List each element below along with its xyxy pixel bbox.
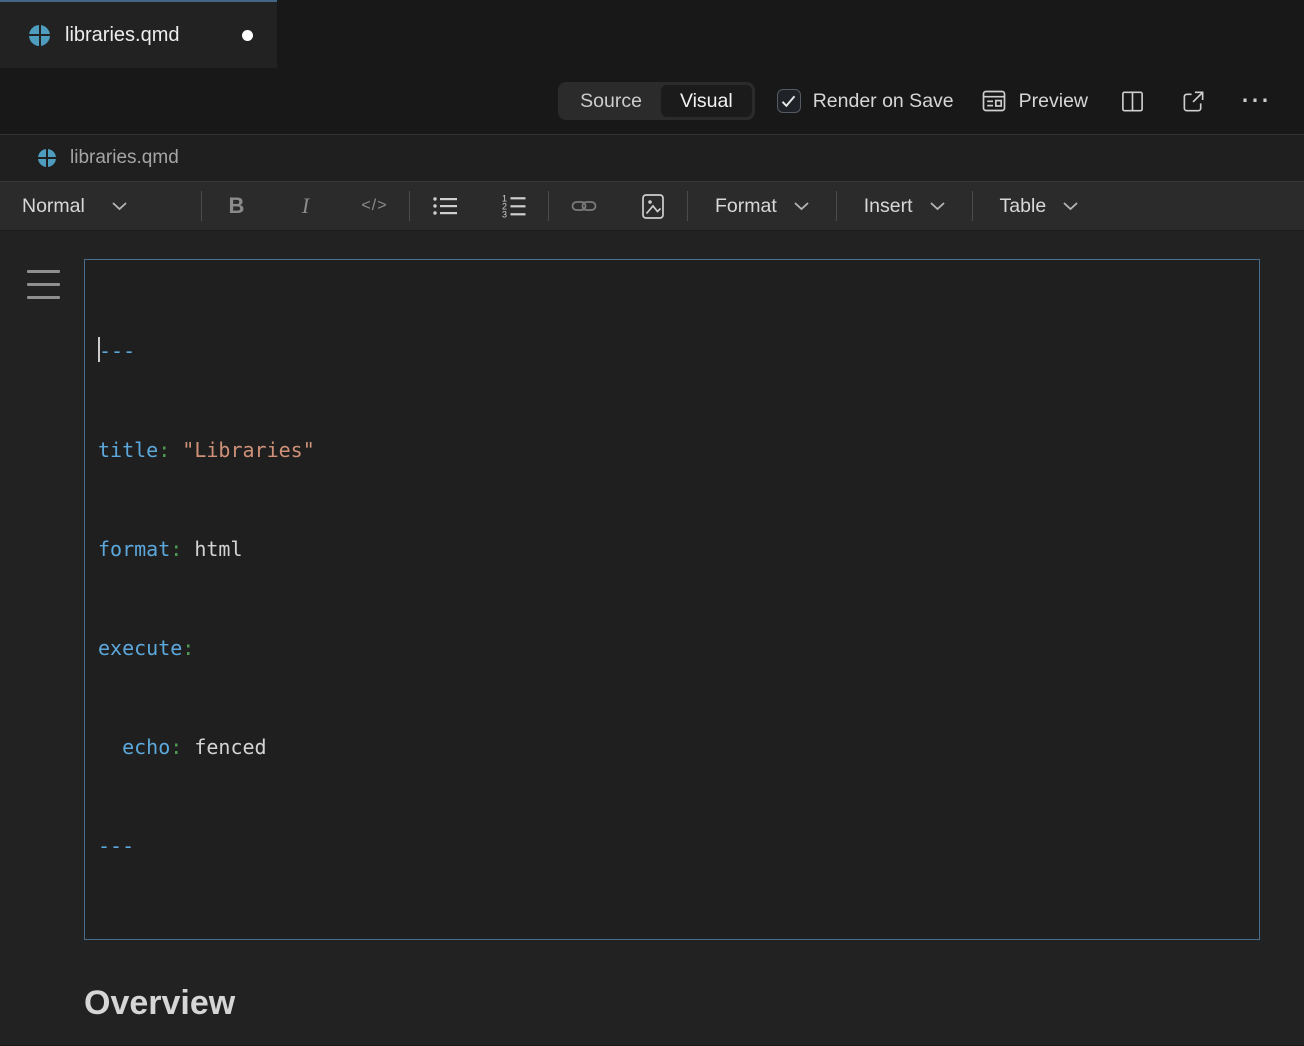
- ordered-list-button[interactable]: 1 2 3: [479, 194, 548, 218]
- split-editor-button[interactable]: [1120, 89, 1145, 114]
- preview-label: Preview: [1019, 90, 1088, 113]
- bold-button[interactable]: B: [202, 193, 271, 219]
- chevron-down-icon: [794, 202, 809, 211]
- yaml-token: echo: [98, 735, 170, 759]
- ordered-list-icon: 1 2 3: [501, 194, 527, 218]
- italic-button[interactable]: I: [271, 193, 340, 219]
- paragraph-style-value: Normal: [22, 195, 85, 218]
- link-button[interactable]: [549, 193, 618, 219]
- split-editor-icon: [1120, 89, 1145, 114]
- heading-overview: Overview: [84, 982, 1260, 1024]
- insert-menu-label: Insert: [864, 195, 913, 218]
- image-button[interactable]: [618, 193, 687, 220]
- source-mode-button[interactable]: Source: [561, 85, 661, 117]
- paragraph-style-dropdown[interactable]: Normal: [0, 195, 201, 218]
- open-external-icon: [1181, 89, 1206, 114]
- preview-icon: [981, 88, 1007, 114]
- tab-libraries-qmd[interactable]: libraries.qmd: [0, 0, 277, 68]
- svg-text:3: 3: [502, 210, 507, 219]
- yaml-token: title: [98, 438, 158, 462]
- bullet-list-icon: [432, 195, 458, 217]
- tab-title: libraries.qmd: [65, 24, 179, 47]
- italic-icon: I: [302, 193, 309, 219]
- render-on-save-checkbox[interactable]: [777, 89, 801, 113]
- yaml-front-matter-block[interactable]: --- title: "Libraries" format: html exec…: [84, 259, 1260, 940]
- modified-indicator-icon[interactable]: [242, 30, 253, 41]
- table-menu-label: Table: [1000, 195, 1047, 218]
- more-actions-button[interactable]: ⋯: [1240, 86, 1272, 116]
- tab-bar: libraries.qmd: [0, 0, 1304, 68]
- yaml-token: "Libraries": [170, 438, 315, 462]
- yaml-line: ---: [98, 830, 1246, 863]
- yaml-line: execute:: [98, 632, 1246, 665]
- bold-icon: B: [229, 193, 245, 219]
- yaml-token: ---: [98, 834, 134, 858]
- yaml-token: execute: [98, 636, 182, 660]
- editor-action-bar: Source Visual Render on Save Preview: [0, 68, 1304, 135]
- yaml-token: format: [98, 537, 170, 561]
- breadcrumb-filename: libraries.qmd: [70, 147, 179, 169]
- yaml-token: :: [170, 537, 182, 561]
- bullet-list-button[interactable]: [410, 195, 479, 217]
- quarto-file-icon: [38, 149, 56, 167]
- quarto-file-icon: [29, 25, 50, 46]
- yaml-token: :: [170, 735, 182, 759]
- yaml-line: format: html: [98, 533, 1246, 566]
- visual-mode-button[interactable]: Visual: [661, 85, 752, 117]
- source-visual-toggle: Source Visual: [558, 82, 755, 120]
- preview-button[interactable]: Preview: [981, 88, 1088, 114]
- checkmark-icon: [781, 95, 796, 108]
- yaml-token: :: [158, 438, 170, 462]
- yaml-token: html: [182, 537, 242, 561]
- block-drag-handle-icon[interactable]: [27, 270, 60, 299]
- image-icon: [641, 193, 665, 220]
- yaml-token: fenced: [182, 735, 266, 759]
- render-on-save-label: Render on Save: [813, 90, 954, 113]
- yaml-line: title: "Libraries": [98, 434, 1246, 467]
- format-menu[interactable]: Format: [688, 195, 836, 218]
- open-external-button[interactable]: [1181, 89, 1206, 114]
- inline-code-icon: </>: [361, 197, 387, 215]
- breadcrumb[interactable]: libraries.qmd: [0, 135, 1304, 181]
- editor-window: libraries.qmd Source Visual Render on Sa…: [0, 0, 1304, 1046]
- formatting-toolbar: Normal B I </> 1: [0, 181, 1304, 231]
- format-menu-label: Format: [715, 195, 777, 218]
- insert-menu[interactable]: Insert: [837, 195, 972, 218]
- chevron-down-icon: [112, 202, 127, 211]
- chevron-down-icon: [930, 202, 945, 211]
- table-menu[interactable]: Table: [973, 195, 1106, 218]
- yaml-token: :: [182, 636, 194, 660]
- visual-editor-content[interactable]: --- title: "Libraries" format: html exec…: [0, 231, 1304, 1045]
- link-icon: [571, 193, 597, 219]
- yaml-line: echo: fenced: [98, 731, 1246, 764]
- code-button[interactable]: </>: [340, 197, 409, 215]
- yaml-line: ---: [98, 335, 1246, 368]
- yaml-token: ---: [99, 339, 135, 363]
- chevron-down-icon: [1063, 202, 1078, 211]
